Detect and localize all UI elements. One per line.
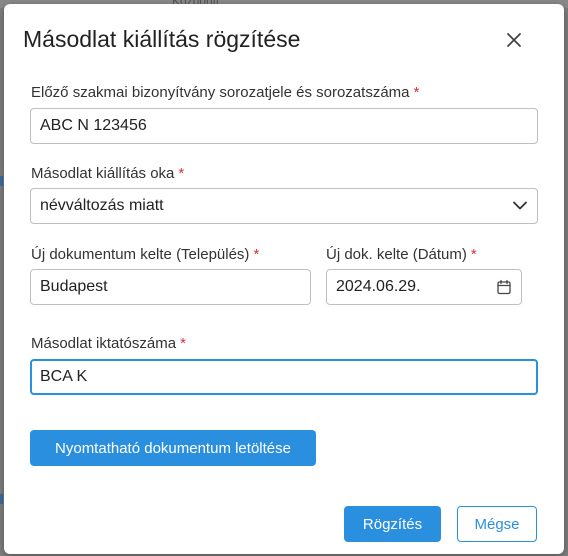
save-button[interactable]: Rögzítés xyxy=(344,506,441,542)
reason-select[interactable]: névváltozás miatt xyxy=(30,188,538,224)
required-mark: * xyxy=(180,335,186,352)
calendar-icon[interactable] xyxy=(497,279,511,295)
certificate-serial-input[interactable] xyxy=(30,108,538,144)
dialog-title: Másodlat kiállítás rögzítése xyxy=(23,26,301,52)
chevron-down-icon xyxy=(513,201,527,211)
doc-date-input[interactable]: 2024.06.29. xyxy=(326,269,522,305)
file-number-input[interactable] xyxy=(30,359,538,395)
dialog: Másodlat kiállítás rögzítése Előző szakm… xyxy=(4,4,564,554)
doc-place-label: Új dokumentum kelte (Település) * xyxy=(31,246,259,263)
required-mark: * xyxy=(470,246,477,263)
doc-date-label: Új dok. kelte (Dátum) * xyxy=(326,246,477,263)
certificate-serial-label: Előző szakmai bizonyítvány sorozatjele é… xyxy=(31,84,419,101)
doc-date-label-text: Új dok. kelte (Dátum) xyxy=(326,246,467,263)
close-button[interactable] xyxy=(502,28,526,52)
required-mark: * xyxy=(413,84,420,101)
certificate-serial-label-text: Előző szakmai bizonyítvány sorozatjele é… xyxy=(31,84,410,101)
reason-select-value: névváltozás miatt xyxy=(40,197,164,214)
doc-place-label-text: Új dokumentum kelte (Település) xyxy=(31,246,250,263)
backdrop-mark xyxy=(0,494,3,504)
file-number-label: Másodlat iktatószáma * xyxy=(31,335,186,352)
backdrop-mark xyxy=(0,176,3,186)
doc-place-input[interactable] xyxy=(30,269,311,305)
required-mark: * xyxy=(178,165,185,182)
reason-label-text: Másodlat kiállítás oka xyxy=(31,165,175,182)
close-icon xyxy=(507,33,521,47)
required-mark: * xyxy=(253,246,260,263)
download-document-button[interactable]: Nyomtatható dokumentum letöltése xyxy=(30,430,316,466)
reason-label: Másodlat kiállítás oka * xyxy=(31,165,184,182)
cancel-button[interactable]: Mégse xyxy=(457,506,537,542)
file-number-label-text: Másodlat iktatószáma xyxy=(31,335,177,352)
doc-date-value: 2024.06.29. xyxy=(336,278,421,295)
